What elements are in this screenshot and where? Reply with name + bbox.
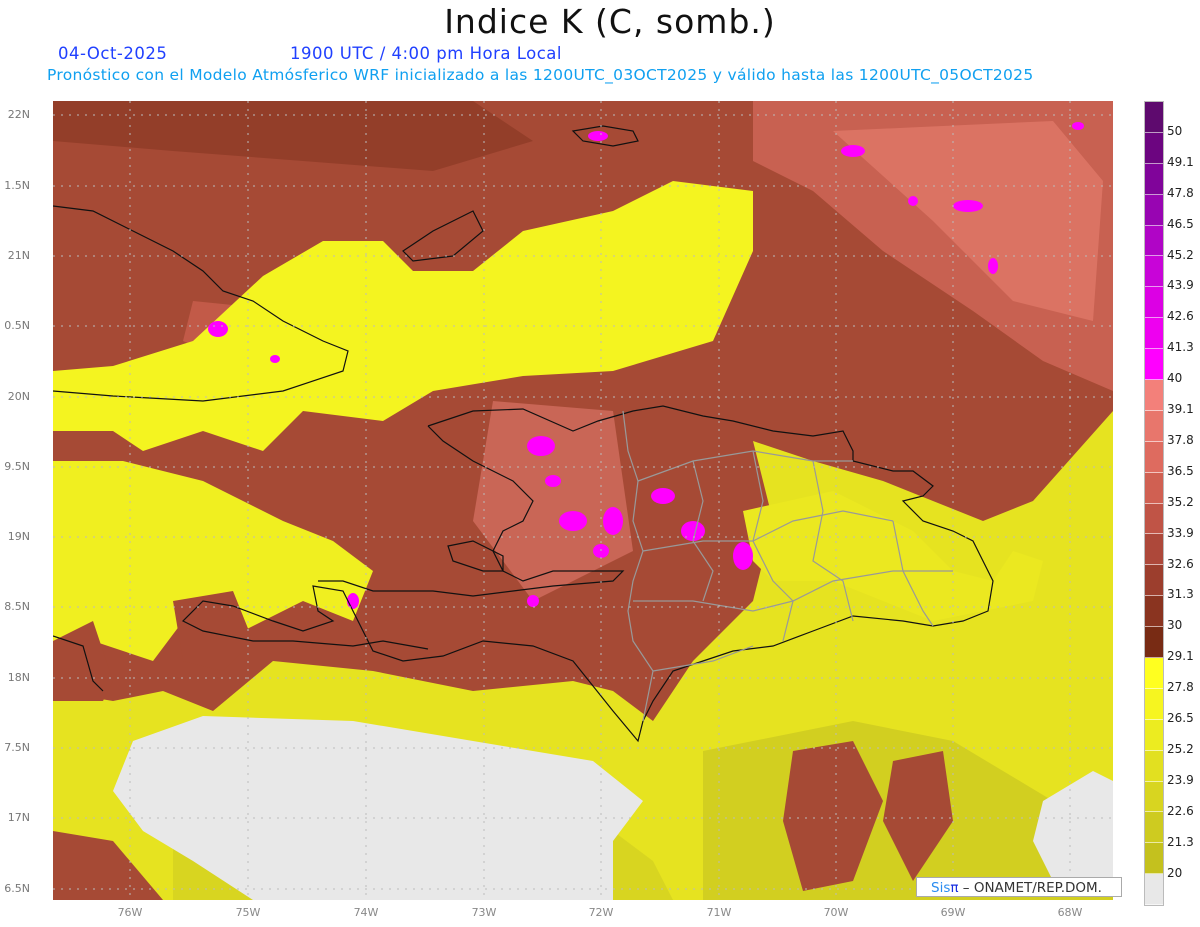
colorbar-label: 25.2 [1167, 741, 1194, 756]
colorbar-label: 31.3 [1167, 587, 1194, 602]
colorbar-label: 49.1 [1167, 154, 1194, 169]
colorbar-segment [1145, 349, 1163, 381]
lat-label: 1.5N [4, 179, 30, 192]
date-label: 04-Oct-2025 [58, 44, 168, 63]
colorbar-label: 40 [1167, 371, 1183, 386]
colorbar-label: 47.8 [1167, 185, 1194, 200]
lon-label: 72W [588, 906, 614, 919]
colorbar-label: 50 [1167, 123, 1183, 138]
colorbar-label: 30 [1167, 618, 1183, 633]
lat-label: 7.5N [4, 741, 30, 754]
colorbar-segment [1145, 441, 1163, 473]
colorbar-segment [1145, 781, 1163, 813]
colorbar-segment [1145, 719, 1163, 751]
colorbar-segment [1145, 163, 1163, 195]
colorbar-label: 35.2 [1167, 494, 1194, 509]
colorbar-label: 29.1 [1167, 649, 1194, 664]
colorbar-label: 27.8 [1167, 680, 1194, 695]
lon-label: 70W [823, 906, 849, 919]
lat-label: 22N [7, 108, 30, 121]
lat-label: 18N [7, 671, 30, 684]
colorbar-label: 42.6 [1167, 309, 1194, 324]
colorbar-segment [1145, 380, 1163, 411]
lon-label: 76W [117, 906, 143, 919]
colorbar-segment [1145, 472, 1163, 504]
colorbar-label: 21.3 [1167, 834, 1194, 849]
credit-box: Sisπ – ONAMET/REP.DOM. [916, 877, 1122, 897]
colorbar-segment [1145, 812, 1163, 844]
colorbar-segment [1145, 843, 1163, 875]
colorbar-label: 33.9 [1167, 525, 1194, 540]
lat-label: 0.5N [4, 319, 30, 332]
credit-org: – ONAMET/REP.DOM. [958, 880, 1102, 896]
lon-label: 69W [940, 906, 966, 919]
colorbar-segment [1145, 225, 1163, 257]
colorbar-label: 32.6 [1167, 556, 1194, 571]
colorbar-segment [1145, 132, 1163, 164]
colorbar-segment [1145, 318, 1163, 350]
colorbar-label: 46.5 [1167, 216, 1194, 231]
lat-label: 20N [7, 390, 30, 403]
colorbar-segment [1145, 874, 1163, 906]
colorbar-label: 26.5 [1167, 711, 1194, 725]
time-label: 1900 UTC / 4:00 pm Hora Local [290, 44, 562, 63]
lat-label: 9.5N [4, 460, 30, 473]
colorbar-segment [1145, 102, 1163, 133]
k-index-map [53, 101, 1113, 900]
forecast-info: Pronóstico con el Modelo Atmósferico WRF… [47, 66, 1034, 84]
colorbar-segment [1145, 194, 1163, 226]
colorbar-segment [1145, 410, 1163, 442]
lon-label: 71W [706, 906, 732, 919]
colorbar-label: 43.9 [1167, 278, 1194, 293]
colorbar-label: 36.5 [1167, 463, 1194, 478]
colorbar-segment [1145, 534, 1163, 566]
credit-pi: π [950, 880, 959, 896]
credit-sis: Sis [931, 880, 951, 896]
lon-label: 73W [471, 906, 497, 919]
colorbar-segment [1145, 750, 1163, 782]
colorbar-label: 37.8 [1167, 432, 1194, 447]
lat-label: 6.5N [4, 882, 30, 895]
colorbar-label: 41.3 [1167, 340, 1194, 355]
colorbar-segment [1145, 627, 1163, 659]
colorbar-segment [1145, 256, 1163, 288]
colorbar-label: 45.2 [1167, 247, 1194, 262]
lat-label: 17N [7, 811, 30, 824]
map-title: Indice K (C, somb.) [444, 2, 776, 41]
colorbar-label: 39.1 [1167, 402, 1194, 416]
lon-label: 75W [235, 906, 261, 919]
colorbar-label: 23.9 [1167, 772, 1194, 787]
lon-label: 68W [1057, 906, 1083, 919]
lat-label: 8.5N [4, 600, 30, 613]
colorbar-segment [1145, 658, 1163, 689]
lat-label: 21N [7, 249, 30, 262]
colorbar-segment [1145, 565, 1163, 597]
lat-label: 19N [7, 530, 30, 543]
colorbar [1144, 101, 1164, 907]
colorbar-segment [1145, 287, 1163, 319]
colorbar-label: 22.6 [1167, 803, 1194, 818]
colorbar-segment [1145, 688, 1163, 720]
colorbar-segment [1145, 503, 1163, 535]
colorbar-segment [1145, 596, 1163, 628]
lon-label: 74W [353, 906, 379, 919]
colorbar-label: 20 [1167, 865, 1183, 880]
